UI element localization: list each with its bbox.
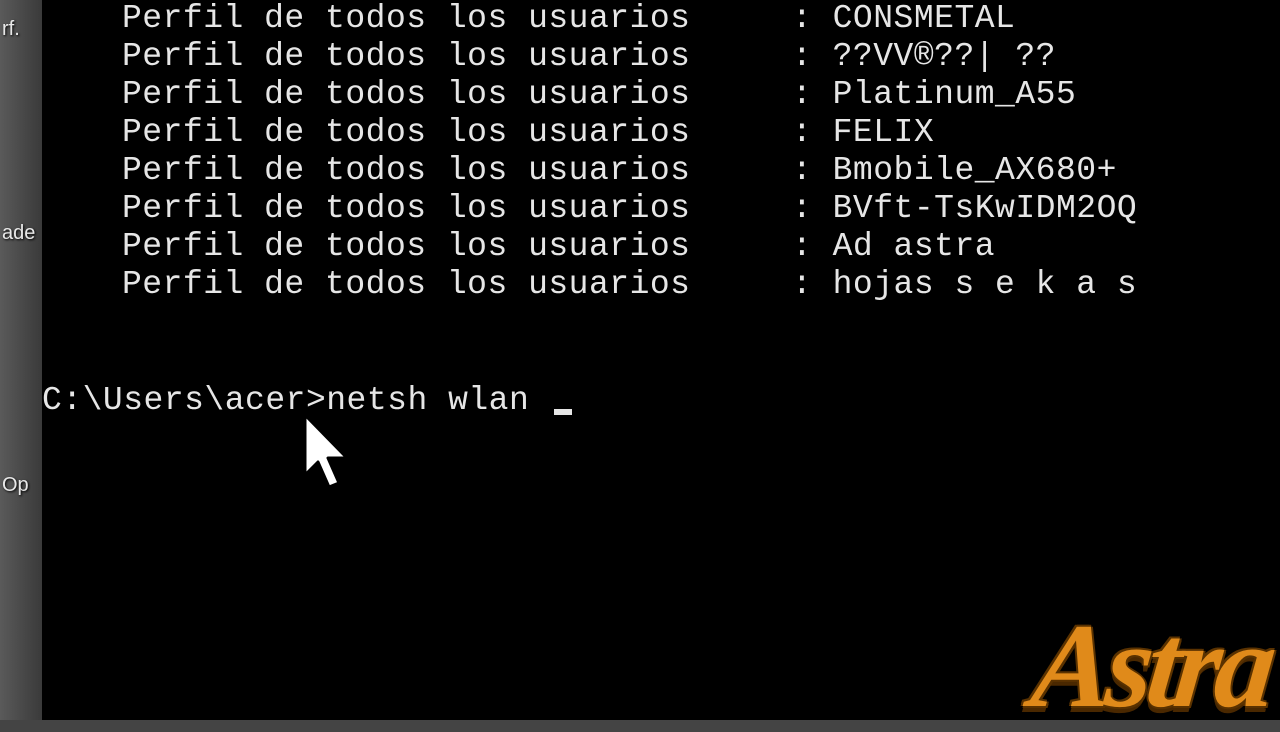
wlan-profile-row: Perfil de todos los usuarios : Platinum_… [42, 76, 1280, 114]
astra-watermark: Astra [1027, 606, 1276, 726]
wlan-profile-row: Perfil de todos los usuarios : Bmobile_A… [42, 152, 1280, 190]
command-input-line[interactable]: C:\Users\acer>netsh wlan [42, 382, 572, 420]
wlan-profile-row: Perfil de todos los usuarios : ??VV®??| … [42, 38, 1280, 76]
wlan-profile-row: Perfil de todos los usuarios : hojas s e… [42, 266, 1280, 304]
typed-command: netsh wlan [326, 382, 549, 419]
desktop-icon-label: Op [2, 474, 42, 497]
text-cursor [554, 409, 572, 415]
prompt-text: C:\Users\acer> [42, 382, 326, 419]
wlan-profile-row: Perfil de todos los usuarios : Ad astra [42, 228, 1280, 266]
terminal-output: Perfil de todos los usuarios : CONSMETAL… [42, 0, 1280, 304]
wlan-profile-row: Perfil de todos los usuarios : BVft-TsKw… [42, 190, 1280, 228]
desktop-strip: rf. ade Op [0, 0, 42, 720]
desktop-icon-label: ade [2, 222, 42, 245]
wlan-profile-row: Perfil de todos los usuarios : FELIX [42, 114, 1280, 152]
wlan-profile-row: Perfil de todos los usuarios : CONSMETAL [42, 0, 1280, 38]
desktop-icon-label: rf. [2, 18, 42, 41]
